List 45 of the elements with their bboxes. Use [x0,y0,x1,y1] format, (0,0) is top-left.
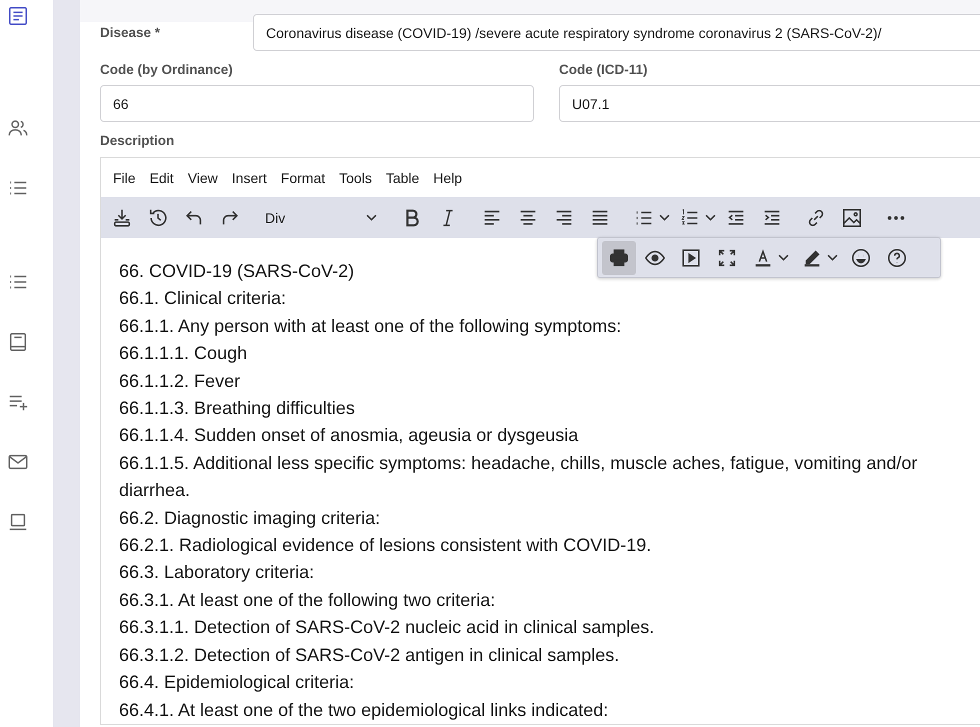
editor-text-line: 66. COVID-19 (SARS-CoV-2) [119,260,356,283]
smiley-icon [850,246,872,268]
editor-text-line: 66.3. Laboratory criteria: [119,561,316,584]
help-icon [886,246,908,268]
field-label: Code (ICD-11) [559,62,649,77]
editor-text-line: 66.1.1.2. Fever [119,370,242,393]
caret-icon[interactable] [705,214,716,221]
editor-text-line: 66.1.1.4. Sudden onset of anosmia, ageusia or dysgeusia [119,424,580,448]
field-label: Code (by Ordinance) [100,62,234,77]
document-icon[interactable] [6,4,30,28]
editor-text-line: 66.3.1.1. Detection of SARS-CoV-2 nucleic acid in clinical samples. [119,616,656,640]
disease-field[interactable]: Coronavirus disease (COVID-19) /severe acute respiratory syndrome coronavirus 2 (SARS-CoV-2)/ [253,14,980,51]
menu-item[interactable]: Insert [232,170,267,186]
editor-text-line: 66.2.1. Radiological evidence of lesions consistent with COVID-19. [119,534,652,558]
editor-text-line: 66.1.1.1. Cough [119,342,248,366]
menu-item[interactable]: View [188,170,218,186]
caret-icon[interactable] [827,254,838,261]
caret-icon[interactable] [659,214,670,221]
caret-icon[interactable] [778,254,789,261]
code-field[interactable]: 66 [100,85,534,122]
menu-item[interactable]: Format [280,170,326,186]
editor-text-line: 66.1. Clinical criteria: [119,287,288,310]
field-label: Description [100,133,176,148]
field-label: Disease * [100,25,162,40]
editor-text-line: 66.2. Diagnostic imaging criteria: [119,506,382,530]
menu-item[interactable]: Tools [339,170,372,186]
editor-text-line: 66.1.1. Any person with at least one of the following symptoms: [119,314,622,338]
menu-item[interactable]: File [113,170,136,186]
menu-item[interactable]: Help [433,170,462,186]
editor-text-line: 66.1.1.5. Additional less specific symptoms: headache, chills, muscle aches, fatigue, vomiting and/or [119,452,918,475]
menu-item[interactable]: Edit [150,170,174,186]
print-button[interactable] [602,240,636,274]
editor-text-line: 66.4.1. At least one of the two epidemiological links indicated: [119,698,610,722]
editor-text-line: 66.1.1.3. Breathing difficulties [119,397,356,420]
editor-text-line: 66.3.1.2. Detection of SARS-CoV-2 antigen in clinical samples. [119,644,620,667]
caret-icon [366,214,377,221]
menu-item[interactable]: Table [386,170,420,186]
block-format-select[interactable]: Div [255,204,385,230]
editor-text-line: diarrhea. [119,479,192,502]
code-field[interactable]: U07.1 [559,85,980,122]
play-icon [680,246,702,268]
printer-icon [608,246,630,268]
editor-text-line: 66.3.1. At least one of the following two criteria: [119,588,496,612]
editor-text-line: 66.4. Epidemiological criteria: [119,671,356,694]
image-icon[interactable] [841,206,863,228]
